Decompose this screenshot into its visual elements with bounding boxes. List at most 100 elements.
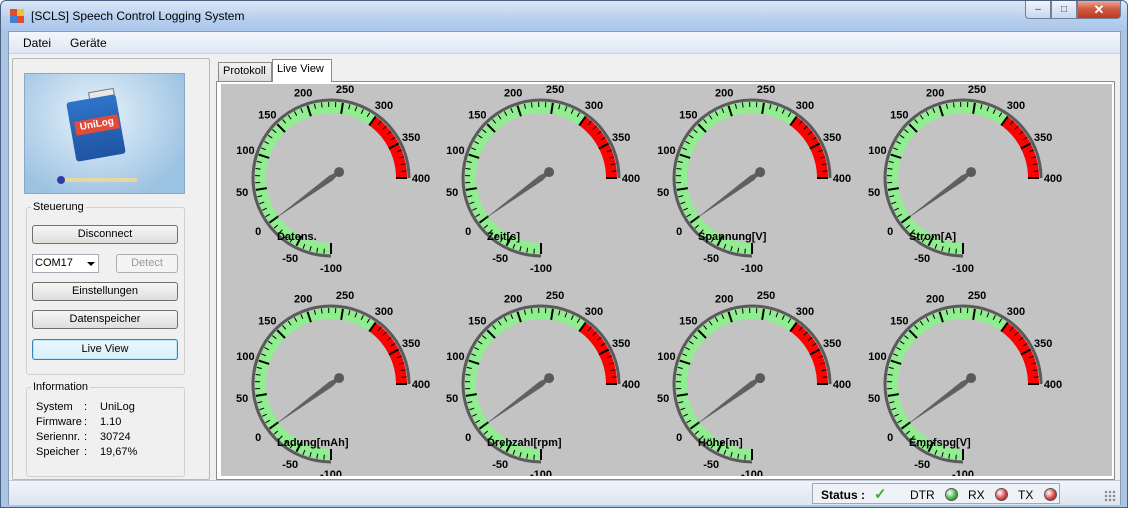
gauge-tick-label: 0	[887, 432, 893, 444]
checkmark-icon: ✓	[874, 486, 887, 503]
menu-geraete[interactable]: Geräte	[70, 36, 107, 50]
gauge-tick-label: 350	[402, 132, 420, 144]
status-label: Status :	[821, 488, 866, 502]
title-bar[interactable]: [SCLS] Speech Control Logging System ‒ □…	[1, 1, 1127, 31]
gauge-minor-tick	[530, 308, 533, 314]
com-port-select[interactable]: COM17	[32, 254, 99, 273]
app-window: [SCLS] Speech Control Logging System ‒ □…	[0, 0, 1128, 508]
gauge-tick-label: 150	[258, 109, 276, 121]
gauge-tick-label: 400	[622, 173, 640, 185]
detect-button[interactable]: Detect	[116, 254, 178, 273]
gauge-tick-label: 0	[255, 432, 261, 444]
maximize-button[interactable]: □	[1051, 1, 1077, 19]
gauge-minor-tick	[676, 373, 682, 376]
gauge-tick-label: 400	[833, 379, 851, 391]
gauge-tick-label: 100	[868, 145, 886, 157]
gauge-tick-label: -50	[703, 459, 719, 471]
gauge-needle	[904, 168, 976, 221]
gauge-tick-label: 50	[868, 187, 880, 199]
live-view-button[interactable]: Live View	[32, 339, 178, 360]
gauge-tick-label: 200	[504, 87, 522, 99]
gauge-tick-label: 250	[757, 290, 775, 302]
gauge-tick-label: 150	[468, 109, 486, 121]
tx-label: TX	[1018, 488, 1034, 502]
gauge-tick-label: 200	[294, 293, 312, 305]
live-view-page: -100 -50 0 50 100 150 200 250 300 350 400 Datens. -1…	[216, 81, 1115, 480]
gauge-panel: -100 -50 0 50 100 150 200 250 300 350 400 Datens. -1…	[221, 84, 1112, 476]
com-port-value: COM17	[35, 257, 73, 269]
gauge-tick-label: 300	[1007, 100, 1025, 112]
gauge-tick-label: -50	[282, 459, 298, 471]
gauge-minor-tick	[887, 373, 893, 376]
gauge-needle-hub	[966, 167, 977, 178]
gauge-tick-label: -100	[320, 469, 342, 476]
status-indicators: Status : ✓ DTR RX TX	[812, 483, 1060, 504]
gauge-tick-label: 150	[679, 315, 697, 327]
gauge-tick-label: 150	[890, 315, 908, 327]
minimize-button[interactable]: ‒	[1025, 1, 1051, 19]
gauge-tick-label: -100	[320, 263, 342, 275]
rx-led-icon	[995, 488, 1008, 501]
gauge-tick-label: 400	[1044, 379, 1062, 391]
dtr-label: DTR	[910, 488, 935, 502]
gauge-minor-tick	[741, 102, 744, 108]
menu-datei[interactable]: Datei	[23, 36, 51, 50]
gauge-needle-hub	[334, 373, 345, 384]
gauge-tick-label: 100	[446, 145, 464, 157]
gauge-tick-label: 350	[823, 132, 841, 144]
gauge-tick-label: -100	[530, 263, 552, 275]
einstellungen-button[interactable]: Einstellungen	[32, 282, 178, 301]
gauge-needle	[904, 374, 976, 427]
gauge-tick-label: -100	[952, 469, 974, 476]
gauge-tick-label: 200	[926, 293, 944, 305]
gauge-needle-hub	[544, 167, 555, 178]
gauge-label: Ladung[mAh]	[277, 437, 349, 449]
tab-live-view[interactable]: Live View	[272, 59, 332, 82]
gauge-minor-tick	[465, 373, 471, 376]
gauge-minor-tick	[255, 373, 261, 376]
gauge-tick-label: 300	[796, 100, 814, 112]
gauge-minor-tick	[530, 102, 533, 108]
gauge-tick-label: 250	[336, 290, 354, 302]
gauge-label: Höhe[m]	[698, 437, 743, 449]
gauge: -100 -50 0 50 100 150 200 250 300 350 400 Strom[A]	[868, 84, 1062, 275]
gauge: -100 -50 0 50 100 150 200 250 300 350 400 Datens.	[236, 84, 430, 275]
gauge-minor-tick	[320, 308, 323, 314]
gauge-tick-label: 350	[402, 338, 420, 350]
gauge-tick-label: 0	[887, 226, 893, 238]
gauge-tick-label: 200	[715, 87, 733, 99]
status-bar: Status : ✓ DTR RX TX	[9, 480, 1120, 505]
gauge-tick-label: 50	[657, 187, 669, 199]
gauge-tick-label: -100	[741, 263, 763, 275]
gauge-minor-tick	[952, 102, 955, 108]
gauge-tick-label: 150	[890, 109, 908, 121]
gauge-tick-label: 100	[446, 351, 464, 363]
gauge-tick-label: 350	[1034, 132, 1052, 144]
gauge-tick-label: 0	[676, 432, 682, 444]
resize-grip-icon[interactable]	[1104, 490, 1116, 502]
unilog-device-image: UniLog	[24, 73, 185, 194]
gauge: -100 -50 0 50 100 150 200 250 300 350 400 Höhe[m]	[657, 290, 851, 476]
gauge-tick-label: 300	[1007, 306, 1025, 318]
disconnect-button[interactable]: Disconnect	[32, 225, 178, 244]
gauge-tick-label: 400	[1044, 173, 1062, 185]
gauge-tick-label: 250	[546, 84, 564, 96]
client-area: Datei Geräte UniLog Steuerung Disconnect…	[8, 31, 1121, 505]
gauge-label: Strom[A]	[909, 231, 956, 243]
gauge-tick-label: 300	[375, 100, 393, 112]
information-legend: Information	[33, 381, 89, 393]
gauge-tick-label: 400	[412, 173, 430, 185]
gauge-tick-label: -50	[703, 253, 719, 265]
close-button[interactable]: ✕	[1077, 1, 1121, 19]
chevron-down-icon	[87, 262, 95, 266]
gauge-minor-tick	[465, 167, 471, 170]
gauge-tick-label: -100	[741, 469, 763, 476]
datenspeicher-button[interactable]: Datenspeicher	[32, 310, 178, 329]
gauge-tick-label: 100	[657, 351, 675, 363]
app-icon[interactable]	[10, 9, 24, 23]
gauge-minor-tick	[952, 308, 955, 314]
gauge-tick-label: 150	[468, 315, 486, 327]
gauge-label: Zeit[s]	[487, 231, 520, 243]
gauge: -100 -50 0 50 100 150 200 250 300 350 400 Drehzahl[…	[446, 290, 640, 476]
tab-protokoll[interactable]: Protokoll	[218, 62, 272, 81]
